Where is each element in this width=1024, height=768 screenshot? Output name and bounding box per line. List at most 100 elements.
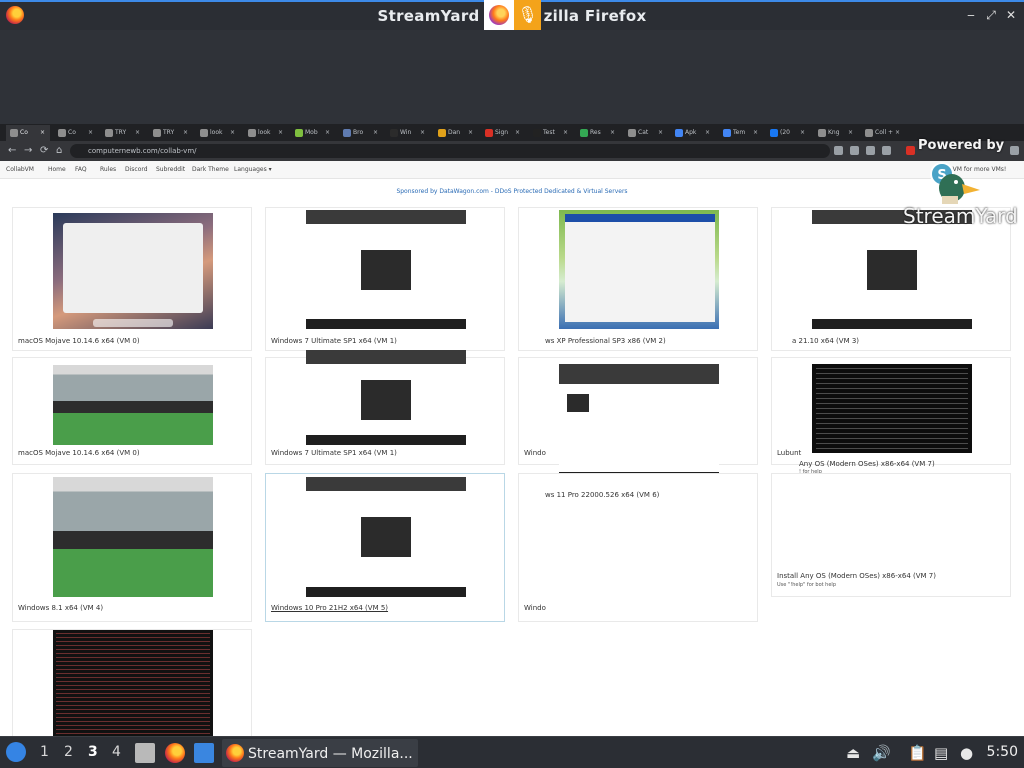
vm-thumbnail[interactable]: [306, 350, 466, 445]
tab-close-icon[interactable]: ×: [230, 125, 235, 141]
tab-close-icon[interactable]: ×: [325, 125, 330, 141]
vm-label[interactable]: Windows 10 Pro 21H2 x64 (VM 5): [271, 604, 388, 612]
tab-close-icon[interactable]: ×: [800, 125, 805, 141]
file-manager-icon[interactable]: [135, 743, 155, 763]
chrome-tab[interactable]: Kng ×: [814, 125, 858, 141]
chrome-tab[interactable]: Tem ×: [719, 125, 763, 141]
tab-close-icon[interactable]: ×: [373, 125, 378, 141]
vm-thumbnail[interactable]: [812, 364, 972, 453]
vm-card[interactable]: Windows 7 Ultimate SP1 x64 (VM 1): [265, 207, 505, 351]
tab-close-icon[interactable]: ×: [848, 125, 853, 141]
tab-close-icon[interactable]: ×: [705, 125, 710, 141]
chrome-tab[interactable]: Coll ×: [861, 125, 905, 141]
notification-icon[interactable]: ●: [960, 744, 973, 762]
vm-card[interactable]: Windows 8.1 x64 (VM 4): [12, 473, 252, 622]
nav-home[interactable]: Home: [48, 166, 66, 173]
chrome-tab[interactable]: Res ×: [576, 125, 620, 141]
extension-red-icon[interactable]: [906, 146, 915, 155]
vm-thumbnail[interactable]: [306, 477, 466, 597]
tab-close-icon[interactable]: ×: [88, 125, 93, 141]
minimize-button[interactable]: ‒: [964, 8, 978, 22]
back-icon[interactable]: ←: [8, 145, 16, 156]
workspace-2[interactable]: 2: [64, 744, 73, 760]
chrome-tab[interactable]: Apk ×: [671, 125, 715, 141]
tab-close-icon[interactable]: ×: [183, 125, 188, 141]
vm-card[interactable]: Windows 7 Ultimate SP1 x64 (VM 1): [265, 350, 505, 465]
menu-icon[interactable]: [1010, 146, 1019, 155]
search-icon[interactable]: [850, 146, 859, 155]
nav-dark-theme[interactable]: Dark Theme: [192, 166, 229, 173]
vm-card[interactable]: ws XP Professional SP3 x86 (VM 2): [518, 207, 758, 351]
tab-close-icon[interactable]: ×: [895, 125, 900, 141]
chrome-tab[interactable]: Mob ×: [291, 125, 335, 141]
chrome-tab[interactable]: Co ×: [6, 125, 50, 141]
sponsor-banner[interactable]: Sponsored by DataWagon.com - DDoS Protec…: [0, 188, 1024, 195]
vm-thumbnail[interactable]: [306, 210, 466, 329]
share-icon[interactable]: [866, 146, 875, 155]
nav-languages[interactable]: Languages ▾: [234, 166, 272, 173]
nav-collabvm[interactable]: CollabVM: [6, 166, 34, 173]
workspace-1[interactable]: 1: [40, 744, 49, 760]
taskbar-task-firefox[interactable]: StreamYard — Mozilla...: [222, 739, 418, 767]
streamyard-share-firefox-icon[interactable]: [484, 0, 514, 31]
chrome-tab[interactable]: look ×: [244, 125, 288, 141]
reload-icon[interactable]: ⟳: [40, 145, 48, 156]
chrome-tab[interactable]: TRY ×: [149, 125, 193, 141]
network-icon[interactable]: ▤: [934, 744, 948, 762]
tab-close-icon[interactable]: ×: [135, 125, 140, 141]
chrome-tab[interactable]: look ×: [196, 125, 240, 141]
chrome-tab[interactable]: TRY ×: [101, 125, 145, 141]
chrome-tab[interactable]: (20 ×: [766, 125, 810, 141]
workspace-4[interactable]: 4: [112, 744, 121, 760]
tab-close-icon[interactable]: ×: [420, 125, 425, 141]
tab-close-icon[interactable]: ×: [468, 125, 473, 141]
forward-icon[interactable]: →: [24, 145, 32, 156]
tab-close-icon[interactable]: ×: [658, 125, 663, 141]
vm-card[interactable]: Lubunt Any OS (Modern OSes) x86-x64 (VM …: [771, 357, 1011, 475]
volume-icon[interactable]: 🔊: [872, 744, 891, 762]
tab-close-icon[interactable]: ×: [563, 125, 568, 141]
vm-thumbnail[interactable]: [53, 365, 213, 445]
vm-card[interactable]: ws 11 Pro 22000.526 x64 (VM 6) Windo: [518, 473, 758, 622]
nav-subreddit[interactable]: Subreddit: [156, 166, 185, 173]
tab-close-icon[interactable]: ×: [278, 125, 283, 141]
chrome-tab[interactable]: Co ×: [54, 125, 98, 141]
vm-card[interactable]: a 21.10 x64 (VM 3): [771, 207, 1011, 351]
chrome-tab[interactable]: Test ×: [529, 125, 573, 141]
chrome-tab[interactable]: Cat ×: [624, 125, 668, 141]
home-icon[interactable]: ⌂: [56, 145, 62, 156]
close-button[interactable]: ✕: [1004, 8, 1018, 22]
nav-discord[interactable]: Discord: [125, 166, 148, 173]
vm-thumbnail[interactable]: [559, 364, 719, 482]
desktop-icon[interactable]: [194, 743, 214, 763]
eject-icon[interactable]: ⏏: [846, 744, 860, 762]
vm-thumbnail[interactable]: [559, 210, 719, 329]
clipboard-icon[interactable]: 📋: [908, 744, 927, 762]
chrome-tab[interactable]: Sign ×: [481, 125, 525, 141]
microphone-icon[interactable]: 🎙: [514, 0, 541, 31]
vm-card[interactable]: Windo: [518, 357, 758, 482]
tab-close-icon[interactable]: ×: [40, 125, 45, 141]
nav-faq[interactable]: FAQ: [75, 166, 87, 173]
workspace-3[interactable]: 3: [88, 744, 98, 760]
vm-card[interactable]: Install Any OS (Modern OSes) x86-x64 (VM…: [771, 473, 1011, 597]
address-bar[interactable]: computernewb.com/collab-vm/: [70, 144, 830, 158]
tab-close-icon[interactable]: ×: [753, 125, 758, 141]
vm-card[interactable]: [12, 629, 252, 736]
bookmark-icon[interactable]: [882, 146, 891, 155]
new-tab-button[interactable]: +: [884, 125, 893, 141]
chrome-tab[interactable]: Bro ×: [339, 125, 383, 141]
nav-rules[interactable]: Rules: [100, 166, 116, 173]
app-menu-icon[interactable]: [6, 742, 26, 762]
tab-close-icon[interactable]: ×: [610, 125, 615, 141]
vm-thumbnail[interactable]: [53, 213, 213, 329]
vm-card[interactable]: Windows 10 Pro 21H2 x64 (VM 5): [265, 473, 505, 622]
vm-thumbnail[interactable]: [53, 477, 213, 597]
vm-card[interactable]: macOS Mojave 10.14.6 x64 (VM 0): [12, 207, 252, 351]
maximize-button[interactable]: ⤢: [984, 8, 998, 22]
chrome-tab[interactable]: Dan ×: [434, 125, 478, 141]
vm-card[interactable]: macOS Mojave 10.14.6 x64 (VM 0): [12, 357, 252, 465]
extension-icon[interactable]: [834, 146, 843, 155]
tab-close-icon[interactable]: ×: [515, 125, 520, 141]
vm-thumbnail[interactable]: [53, 630, 213, 736]
